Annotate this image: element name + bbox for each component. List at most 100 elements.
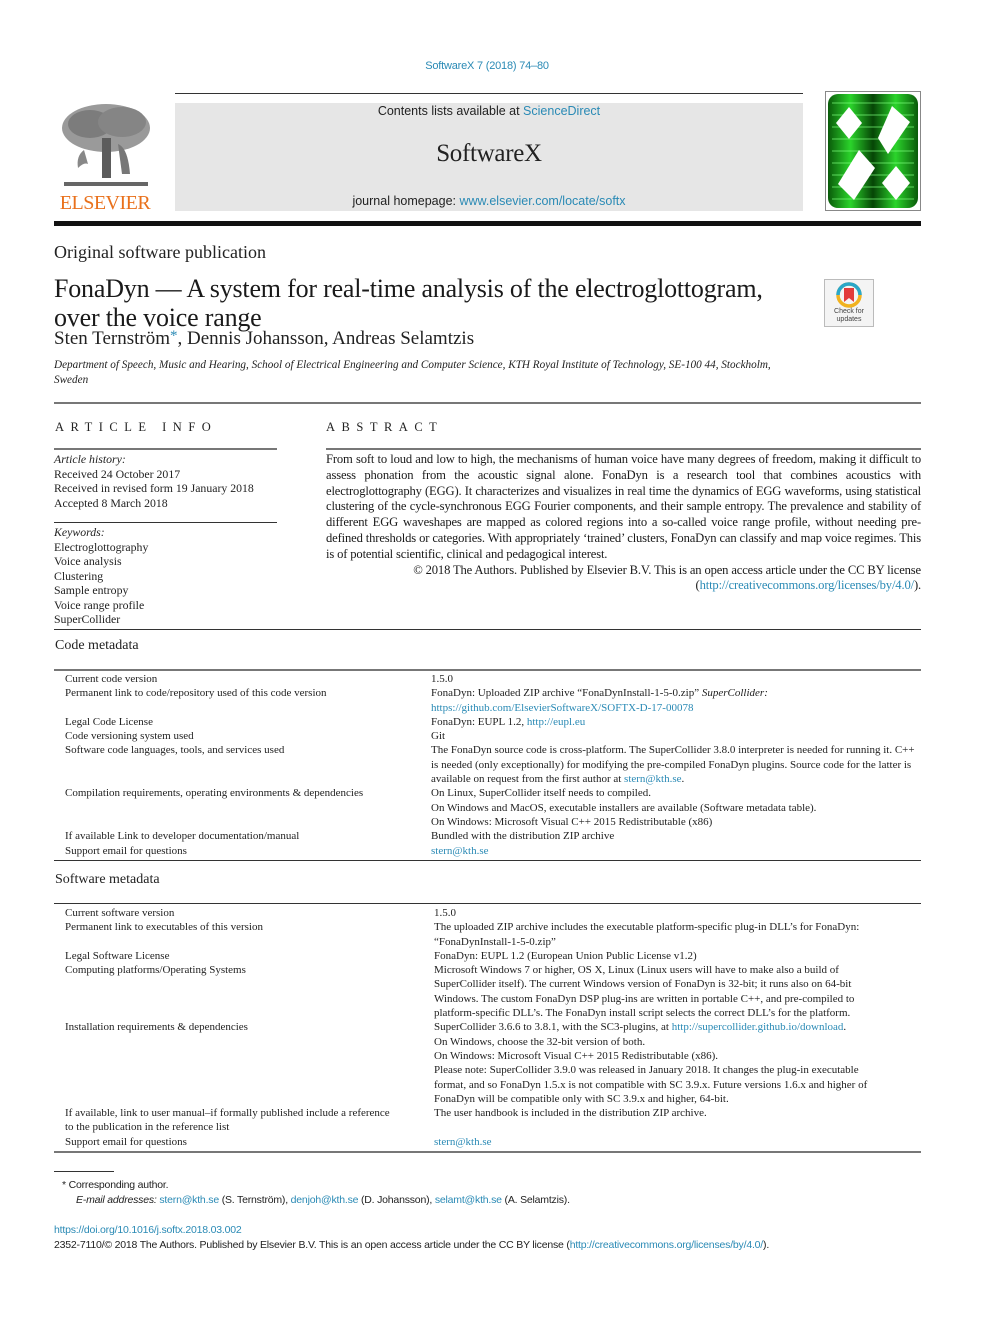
keyword: Clustering — [54, 568, 104, 583]
row-key: Permanent link to code/repository used o… — [65, 687, 327, 700]
author-list: Sten Ternström*, Dennis Johansson, Andre… — [54, 328, 474, 350]
support-email-link[interactable]: stern@kth.se — [431, 845, 488, 857]
code-metadata-title: Code metadata — [55, 638, 139, 653]
article-info-rule — [54, 448, 277, 450]
check-for-updates-button[interactable]: Check for updates — [824, 279, 874, 327]
row-key: If available, link to user manual–if for… — [65, 1107, 390, 1134]
code-table-bottom-rule — [54, 860, 921, 861]
title-bottom-rule — [54, 402, 921, 404]
eupl-link[interactable]: http://eupl.eu — [527, 716, 585, 728]
value-end: . — [681, 773, 685, 786]
issn-text: 2352-7110/© 2018 The Authors. Published … — [54, 1239, 570, 1251]
supercollider-download-link[interactable]: http://supercollider.github.io/download — [672, 1021, 844, 1033]
table-row: Software code languages, tools, and serv… — [54, 743, 921, 786]
table-row: Code versioning system used Git — [54, 729, 921, 743]
row-key: Support email for questions — [65, 1135, 187, 1148]
email-link[interactable]: stern@kth.se — [624, 773, 681, 785]
abstract-paragraph: From soft to loud and low to high, the m… — [326, 452, 921, 561]
abstract-bottom-rule — [54, 629, 921, 630]
row-key: Computing platforms/Operating Systems — [65, 964, 246, 977]
row-value: Microsoft Windows 7 or higher, OS X, Lin… — [434, 964, 855, 1020]
article-history-label: Article history: — [54, 452, 126, 466]
corresponding-author-marker[interactable]: * — [170, 328, 178, 344]
abstract-copyright: © 2018 The Authors. Published by Elsevie… — [326, 563, 921, 595]
author-names-rest[interactable]: , Dennis Johansson, Andreas Selamtzis — [178, 328, 475, 349]
journal-homepage-link[interactable]: www.elsevier.com/locate/softx — [459, 194, 625, 208]
table-row: Permanent link to executables of this ve… — [54, 920, 921, 949]
software-table-bottom-rule — [54, 1151, 921, 1153]
row-value: stern@kth.se — [431, 844, 921, 858]
support-email-link[interactable]: stern@kth.se — [434, 1136, 491, 1148]
row-key: Legal Code License — [65, 715, 153, 728]
row-value: SuperCollider 3.6.6 to 3.8.1, with the S… — [434, 1020, 921, 1106]
row-value: FonaDyn: EUPL 1.2 (European Union Public… — [434, 949, 697, 962]
cc-license-link[interactable]: http://creativecommons.org/licenses/by/4… — [700, 578, 915, 592]
row-value: The user handbook is included in the dis… — [434, 1107, 707, 1120]
elsevier-wordmark[interactable]: ELSEVIER — [54, 192, 156, 215]
row-value: Git — [431, 730, 446, 743]
row-key: Current software version — [65, 907, 175, 919]
keywords: Keywords: Electroglottography Voice anal… — [54, 525, 284, 627]
table-row: Current software version 1.5.0 — [54, 906, 921, 920]
row-value: The FonaDyn source code is cross-platfor… — [431, 743, 921, 786]
contents-prefix: Contents lists available at — [377, 104, 524, 118]
history-item: Received 24 October 2017 — [54, 466, 181, 481]
journal-homepage: journal homepage: www.elsevier.com/locat… — [175, 194, 803, 208]
value-line: Please note: SuperCollider 3.9.0 was rel… — [434, 1064, 868, 1105]
row-key: Permanent link to executables of this ve… — [65, 921, 263, 934]
value-text: FonaDyn: EUPL 1.2, — [431, 715, 527, 728]
code-metadata-table: Current code version 1.5.0 Permanent lin… — [54, 672, 921, 858]
keywords-rule — [54, 522, 277, 523]
table-row: Compilation requirements, operating envi… — [54, 786, 921, 829]
email-owner: (S. Ternström), — [218, 1194, 291, 1206]
row-key: Installation requirements & dependencies — [65, 1021, 248, 1034]
softwarex-cover-icon[interactable] — [825, 91, 921, 211]
table-row: Legal Software License FonaDyn: EUPL 1.2… — [54, 949, 921, 963]
keyword: Voice range profile — [54, 597, 145, 612]
article-history: Article history: Received 24 October 201… — [54, 452, 284, 510]
footnote-rule — [54, 1171, 114, 1172]
table-row: Permanent link to code/repository used o… — [54, 686, 921, 715]
table-row: Legal Code License FonaDyn: EUPL 1.2, ht… — [54, 715, 921, 729]
row-key: Code versioning system used — [65, 730, 194, 743]
row-key: Support email for questions — [65, 844, 187, 857]
table-row: Computing platforms/Operating Systems Mi… — [54, 963, 921, 1020]
table-row: If available, link to user manual–if for… — [54, 1106, 921, 1135]
row-key: Compilation requirements, operating envi… — [65, 787, 364, 800]
value-text: SuperCollider 3.6.6 to 3.8.1, with the S… — [434, 1021, 672, 1034]
email-link[interactable]: selamt@kth.se — [435, 1194, 502, 1206]
github-repo-link[interactable]: https://github.com/ElsevierSoftwareX/SOF… — [431, 702, 693, 714]
abstract-rule — [326, 448, 921, 450]
table-row: Support email for questions stern@kth.se — [54, 844, 921, 858]
row-value: The uploaded ZIP archive includes the ex… — [434, 921, 860, 948]
email-owner: (A. Selamtzis). — [501, 1194, 570, 1206]
keyword: Sample entropy — [54, 583, 129, 597]
value-line: On Linux, SuperCollider itself needs to … — [431, 787, 651, 800]
issn-license-line: 2352-7110/© 2018 The Authors. Published … — [54, 1239, 769, 1251]
history-item: Received in revised form 19 January 2018 — [54, 481, 254, 495]
email-owner: (D. Johansson), — [358, 1194, 435, 1206]
contents-availability: Contents lists available at ScienceDirec… — [175, 104, 803, 118]
software-table-top-rule — [54, 903, 921, 904]
email-link[interactable]: stern@kth.se — [159, 1194, 219, 1206]
copyright-end: ). — [913, 578, 921, 593]
value-end: . — [843, 1021, 847, 1034]
code-table-top-rule — [54, 669, 921, 671]
cc-license-link[interactable]: http://creativecommons.org/licenses/by/4… — [570, 1239, 764, 1251]
abstract-heading: ABSTRACT — [326, 420, 444, 434]
value-line: On Windows and MacOS, executable install… — [431, 801, 817, 814]
row-value: Bundled with the distribution ZIP archiv… — [431, 830, 615, 843]
keywords-label: Keywords: — [54, 525, 105, 539]
table-row: Current code version 1.5.0 — [54, 672, 921, 686]
doi-link[interactable]: https://doi.org/10.1016/j.softx.2018.03.… — [54, 1224, 242, 1236]
sciencedirect-link[interactable]: ScienceDirect — [523, 104, 600, 118]
article-info-heading: ARTICLE INFO — [55, 420, 218, 434]
keyword: Electroglottography — [54, 539, 149, 554]
software-metadata-table: Current software version 1.5.0 Permanent… — [54, 906, 921, 1149]
journal-name: SoftwareX — [436, 140, 542, 167]
author-name[interactable]: Sten Ternström — [54, 328, 170, 349]
email-addresses: E-mail addresses: stern@kth.se (S. Terns… — [76, 1194, 570, 1206]
journal-citation-link[interactable]: SoftwareX 7 (2018) 74–80 — [0, 60, 974, 72]
email-link[interactable]: denjoh@kth.se — [291, 1194, 359, 1206]
header-top-rule — [175, 93, 803, 94]
